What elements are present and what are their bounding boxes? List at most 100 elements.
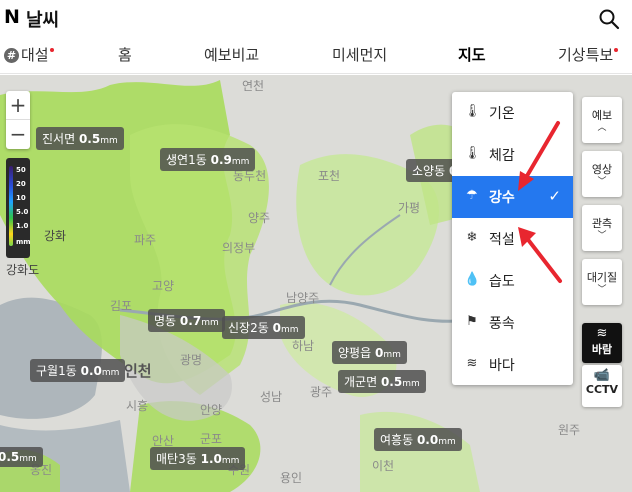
water-drop-icon: 💧 [464,272,481,287]
wind-icon: ≋ [596,326,608,341]
precip-unit: mm [280,325,299,335]
precip-label[interactable]: 매탄3동 1.0mm [150,447,246,470]
place-name: 시흥 [126,399,149,413]
precip-value: 0.0 [80,364,102,378]
place-name: 연천 [242,79,265,93]
legend-tick: 5.0 [16,208,29,216]
station-name: 여흥동 [380,433,414,447]
precip-unit: mm [201,318,219,328]
tab-label: 기상특보 [558,46,614,64]
place-name: 파주 [134,233,157,247]
annotation-arrow [518,121,560,191]
precip-unit: mm [231,157,250,167]
place-name: 고양 [152,279,175,293]
precip-value: 0.5 [78,132,101,146]
station-name: 생연1동 [166,153,207,167]
place-name: 인천 [124,362,152,380]
precip-unit: mm [402,379,420,389]
satellite-button[interactable]: 영상 ﹀ [582,151,622,197]
tab-home[interactable]: 홈 [118,44,132,65]
station-name: 신장2동 [228,321,269,335]
alert-dot [49,48,54,52]
place-name: 이천 [372,459,395,473]
weather-map[interactable]: + − 50 20 10 5.0 1.0 mm 연천 동두천 포천 가평 양주 … [0,75,632,492]
place-name: 성남 [260,390,283,404]
search-icon[interactable] [598,8,620,30]
place-name: 원주 [558,423,581,437]
place-name: 용인 [280,471,303,485]
precip-label[interactable]: 신장2동 0mm [222,316,305,339]
precip-label[interactable]: 명동 0.7mm [148,309,225,332]
side-button-label: 바람 [591,343,613,356]
precip-label[interactable]: 0.5mm [0,447,43,467]
chevron-down-icon: ﹀ [597,285,607,295]
air-quality-button[interactable]: 대기질 ﹀ [582,259,622,305]
legend-tick: 1.0 [16,222,29,230]
tab-heavy-snow[interactable]: # 대설 [4,44,54,65]
precip-label[interactable]: 생연1동 0.9mm [160,148,256,171]
precip-value: 0.7 [179,314,202,328]
layer-item-sea[interactable]: ≋ 바다 [452,344,573,386]
precip-label[interactable]: 여흥동 0.0mm [374,428,462,451]
place-name: 강화 [44,229,67,243]
precip-label[interactable]: 개군면 0.5mm [338,370,426,393]
place-name: 안양 [200,403,223,417]
tab-forecast-compare[interactable]: 예보비교 [204,44,259,65]
precip-label[interactable]: 양평읍 0mm [332,341,407,364]
place-name: 강화도 [6,263,40,277]
tab-bar: # 대설 홈 예보비교 미세먼지 지도 기상특보 [0,38,632,74]
app-header: N 날씨 [0,0,632,38]
layer-item-label: 풍속 [489,316,515,332]
precip-label[interactable]: 진서면 0.5mm [36,127,124,150]
precip-unit: mm [100,136,118,146]
place-name: 광주 [310,385,333,399]
station-name: 구월1동 [36,364,77,378]
legend-tick: 20 [16,180,26,188]
tab-map[interactable]: 지도 [458,44,486,65]
forecast-button[interactable]: 예보 ︿ [582,97,622,143]
precip-unit: mm [19,454,37,464]
legend-tick: 50 [16,166,26,174]
sea-wave-icon: ≋ [466,356,478,371]
cctv-button[interactable]: 📹 CCTV [582,365,622,407]
station-name: 명동 [154,314,177,328]
chevron-up-icon: ︿ [597,123,607,133]
precip-label[interactable]: 구월1동 0.0mm [30,359,126,382]
precip-unit: mm [438,437,456,447]
station-name: 양평읍 [338,346,372,360]
precip-value: 0.5 [0,450,20,464]
precip-value: 0.5 [380,375,403,389]
cctv-icon: 📹 [593,368,611,383]
tab-label: 대설 [21,46,49,64]
place-name: 군포 [200,432,223,446]
precip-unit: mm [221,456,240,466]
station-name: 개군면 [344,375,378,389]
station-name: 소양동 [412,164,446,178]
layer-item-label: 습도 [489,274,515,290]
zoom-in-button[interactable]: + [6,91,30,120]
legend-tick: mm [16,238,31,246]
station-name: 매탄3동 [156,452,197,466]
layer-item-label: 바다 [489,358,515,374]
zoom-control: + − [6,91,30,149]
feels-like-thermometer-icon: 🌡 [464,146,481,161]
side-button-label: 영상 [591,163,613,176]
place-name: 의정부 [222,241,256,255]
observation-button[interactable]: 관측 ﹀ [582,205,622,251]
side-button-label: 관측 [591,217,613,230]
place-name: 포천 [318,169,341,183]
tab-weather-warning[interactable]: 기상특보 [558,44,619,65]
naver-logo[interactable]: N [4,6,20,28]
precip-value: 1.0 [200,452,222,466]
wind-flag-icon: ⚑ [466,314,478,329]
wind-button[interactable]: ≋ 바람 [582,323,622,363]
place-name: 가평 [398,201,421,215]
hash-icon: # [4,48,19,63]
tab-fine-dust[interactable]: 미세먼지 [332,44,387,65]
place-name: 남양주 [286,291,320,305]
layer-item-wind-speed[interactable]: ⚑ 풍속 [452,302,573,344]
zoom-out-button[interactable]: − [6,120,30,149]
side-button-label: 예보 [591,109,613,122]
thermometer-icon: 🌡 [464,104,481,119]
chevron-down-icon: ﹀ [597,231,607,241]
